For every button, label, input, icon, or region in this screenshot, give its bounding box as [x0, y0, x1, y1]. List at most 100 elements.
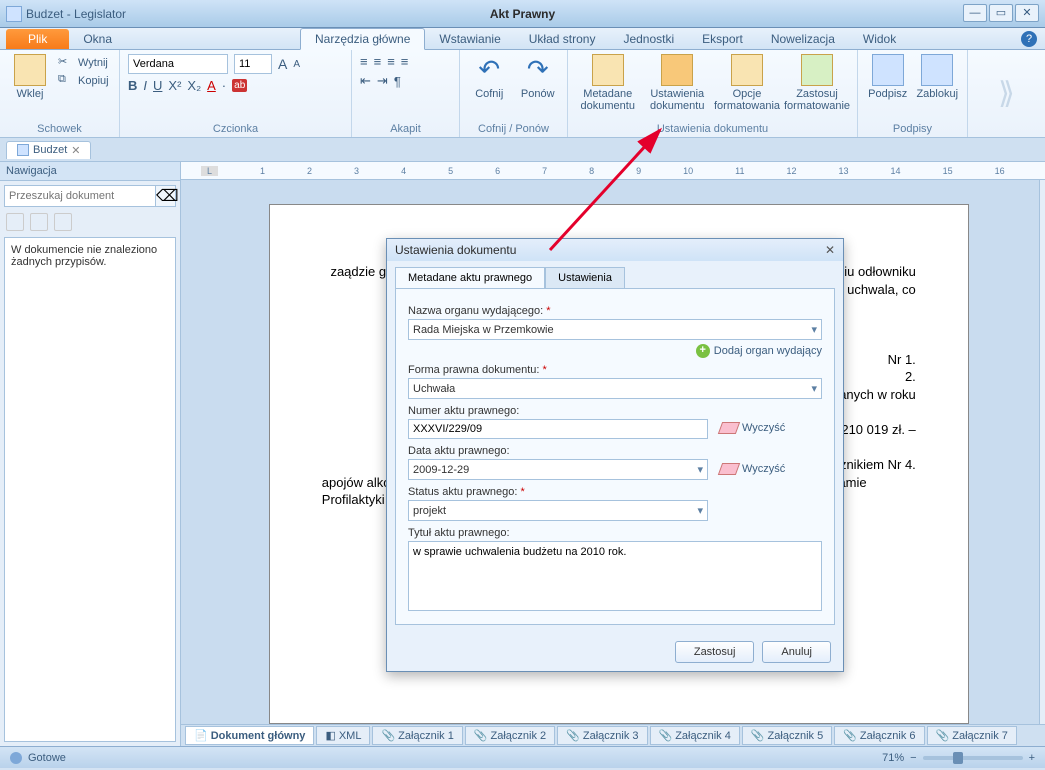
zoom-slider[interactable]: [923, 756, 1023, 760]
align-center-icon[interactable]: ≡: [374, 54, 382, 69]
title-bar: Budzet - Legislator Akt Prawny — ▭ ✕: [0, 0, 1045, 28]
combo-data[interactable]: 2009-12-29▾: [408, 459, 708, 480]
file-menu[interactable]: Plik: [6, 29, 69, 49]
minimize-button[interactable]: —: [963, 4, 987, 22]
indent-dec-icon[interactable]: ⇤: [360, 73, 371, 89]
zastosuj-format-button[interactable]: Zastosuj formatowanie: [785, 54, 849, 112]
shrink-font-icon[interactable]: A: [293, 59, 300, 70]
combo-forma[interactable]: Uchwała▾: [408, 378, 822, 399]
tab-zal-5[interactable]: 📎Załącznik 5: [742, 726, 832, 745]
underline-button[interactable]: U: [153, 78, 162, 93]
ustawienia-dok-button[interactable]: Ustawienia dokumentu: [646, 54, 710, 112]
window-title-center: Akt Prawny: [490, 7, 555, 21]
tab-widok[interactable]: Widok: [849, 29, 910, 49]
bold-button[interactable]: B: [128, 78, 137, 93]
tab-eksport[interactable]: Eksport: [688, 29, 757, 49]
font-select[interactable]: [128, 54, 228, 74]
erase-search-button[interactable]: ⌫: [156, 185, 176, 207]
close-tab-icon[interactable]: ✕: [71, 144, 80, 157]
label-numer: Numer aktu prawnego:: [408, 405, 822, 417]
undo-label: Cofnij: [475, 88, 503, 100]
navigation-header: Nawigacja: [0, 162, 180, 181]
paragraph-icon[interactable]: ¶: [394, 74, 401, 89]
nav-view3-icon[interactable]: [54, 213, 72, 231]
tab-zal-1[interactable]: 📎Załącznik 1: [372, 726, 462, 745]
nav-view1-icon[interactable]: [6, 213, 24, 231]
font-color-button[interactable]: A: [207, 78, 216, 93]
chevron-down-icon: ▾: [811, 382, 817, 395]
menu-bar: Plik Okna Narzędzia główne Wstawianie Uk…: [0, 28, 1045, 50]
input-numer[interactable]: [408, 419, 708, 439]
align-justify-icon[interactable]: ≡: [401, 54, 409, 69]
clear-data-link[interactable]: Wyczyść: [720, 463, 785, 475]
redo-label: Ponów: [521, 88, 555, 100]
dialog-tab-metadane[interactable]: Metadane aktu prawnego: [395, 267, 545, 288]
grow-font-icon[interactable]: A: [278, 56, 287, 72]
opcje-format-label: Opcje formatowania: [714, 88, 780, 112]
opcje-format-button[interactable]: Opcje formatowania: [715, 54, 779, 112]
tab-uklad-strony[interactable]: Układ strony: [515, 29, 610, 49]
input-tytul[interactable]: [408, 541, 822, 611]
ruler[interactable]: L 1234567891011121314151617: [181, 162, 1045, 180]
dialog-close-button[interactable]: ✕: [825, 243, 835, 257]
podpisz-button[interactable]: Podpisz: [866, 54, 910, 100]
align-right-icon[interactable]: ≡: [387, 54, 395, 69]
plus-icon: +: [696, 344, 710, 358]
add-organ-link[interactable]: +Dodaj organ wydający: [408, 344, 822, 358]
gear-doc-icon: [731, 54, 763, 86]
tab-dokument-glowny[interactable]: 📄Dokument główny: [185, 726, 314, 745]
close-button[interactable]: ✕: [1015, 4, 1039, 22]
attach-icon: 📎: [566, 729, 580, 742]
zoom-in-button[interactable]: +: [1029, 752, 1035, 764]
undo-icon: ↶: [473, 54, 505, 86]
copy-icon: ⧉: [58, 73, 74, 89]
size-select[interactable]: [234, 54, 272, 74]
cancel-button[interactable]: Anuluj: [762, 641, 831, 663]
attach-icon: 📎: [659, 729, 673, 742]
eraser-icon: [718, 422, 740, 434]
v-data: 2009-12-29: [413, 464, 469, 476]
vertical-scrollbar[interactable]: [1039, 180, 1045, 724]
copy-button[interactable]: ⧉ Kopiuj: [58, 72, 109, 90]
label-forma: Forma prawna dokumentu:: [408, 364, 539, 376]
italic-button[interactable]: I: [143, 78, 147, 93]
redo-button[interactable]: ↷ Ponów: [517, 54, 560, 100]
superscript-button[interactable]: X²: [168, 78, 181, 93]
v-organ: Rada Miejska w Przemkowie: [413, 324, 554, 336]
zoom-out-button[interactable]: −: [910, 752, 916, 764]
tab-zal-2[interactable]: 📎Załącznik 2: [465, 726, 555, 745]
dialog-tab-ustawienia[interactable]: Ustawienia: [545, 267, 625, 288]
clear-numer-link[interactable]: Wyczyść: [720, 422, 785, 434]
tab-narzedzia-glowne[interactable]: Narzędzia główne: [300, 28, 425, 50]
tab-xml[interactable]: ◧XML: [316, 726, 370, 745]
nav-view2-icon[interactable]: [30, 213, 48, 231]
paste-button[interactable]: Wklej: [8, 54, 52, 100]
search-input[interactable]: [4, 185, 156, 207]
chevron-icon[interactable]: ⟫: [998, 76, 1015, 111]
tab-jednostki[interactable]: Jednostki: [609, 29, 688, 49]
maximize-button[interactable]: ▭: [989, 4, 1013, 22]
zablokuj-button[interactable]: Zablokuj: [916, 54, 960, 100]
tab-zal-3[interactable]: 📎Załącznik 3: [557, 726, 647, 745]
tab-nowelizacja[interactable]: Nowelizacja: [757, 29, 849, 49]
copy-label: Kopiuj: [78, 75, 109, 87]
tab-zal-6[interactable]: 📎Załącznik 6: [834, 726, 924, 745]
cut-button[interactable]: ✂Wytnij: [58, 54, 109, 72]
metadane-button[interactable]: Metadane dokumentu: [576, 54, 640, 112]
help-icon[interactable]: ?: [1021, 31, 1037, 47]
document-tab[interactable]: Budzet ✕: [6, 141, 91, 159]
subscript-button[interactable]: X₂: [187, 78, 201, 93]
combo-organ[interactable]: Rada Miejska w Przemkowie▾: [408, 319, 822, 340]
align-left-icon[interactable]: ≡: [360, 54, 368, 69]
abc-button[interactable]: ab: [232, 79, 247, 92]
apply-button[interactable]: Zastosuj: [675, 641, 755, 663]
tab-zal-4[interactable]: 📎Załącznik 4: [650, 726, 740, 745]
okna-menu[interactable]: Okna: [69, 29, 126, 49]
undo-button[interactable]: ↶ Cofnij: [468, 54, 511, 100]
indent-inc-icon[interactable]: ⇥: [377, 73, 388, 89]
attach-icon: 📎: [843, 729, 857, 742]
attach-icon: 📎: [936, 729, 950, 742]
tab-zal-7[interactable]: 📎Załącznik 7: [927, 726, 1017, 745]
combo-status[interactable]: projekt▾: [408, 500, 708, 521]
tab-wstawianie[interactable]: Wstawianie: [425, 29, 514, 49]
